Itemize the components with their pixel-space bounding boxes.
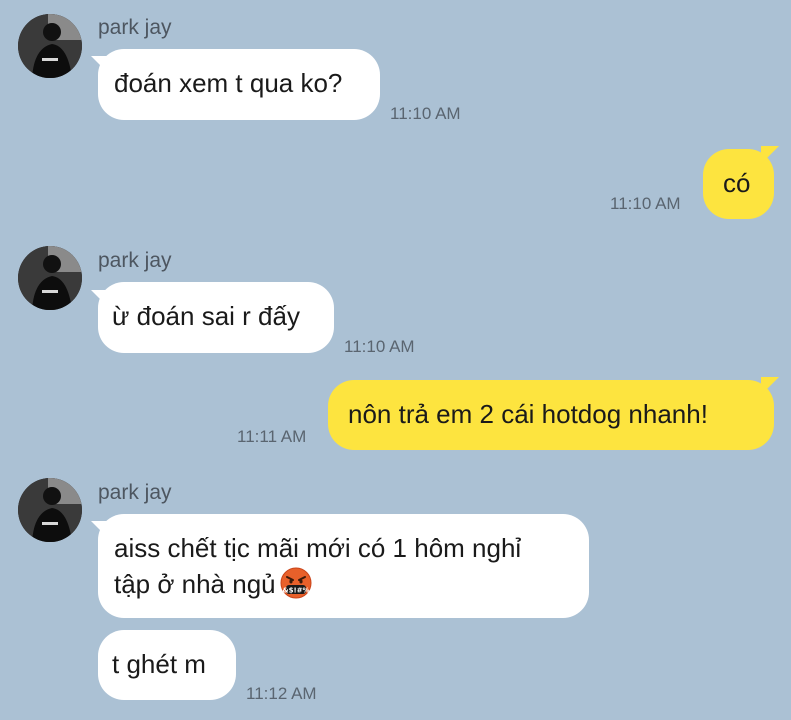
- sender-name: park jay: [98, 481, 172, 504]
- avatar[interactable]: [18, 478, 82, 542]
- incoming-message[interactable]: t ghét m: [98, 630, 236, 700]
- message-text-line: tập ở nhà ngủ &$!#%: [114, 566, 573, 602]
- message-text: có: [723, 168, 751, 198]
- message-time: 11:10 AM: [610, 194, 681, 213]
- message-time: 11:10 AM: [390, 104, 461, 123]
- message-time: 11:12 AM: [246, 684, 317, 703]
- message-text-line: aiss chết tịc mãi mới có 1 hôm nghỉ: [114, 533, 522, 563]
- cursing-face-icon: &$!#%: [280, 567, 312, 599]
- message-text: ừ đoán sai r đấy: [112, 301, 300, 331]
- message-text: đoán xem t qua ko?: [114, 68, 343, 98]
- avatar[interactable]: [18, 246, 82, 310]
- incoming-message[interactable]: đoán xem t qua ko?: [98, 49, 380, 120]
- cursing-symbols: &$!#%: [282, 587, 309, 595]
- message-time: 11:11 AM: [237, 427, 307, 446]
- incoming-message[interactable]: ừ đoán sai r đấy: [98, 282, 334, 353]
- avatar[interactable]: [18, 14, 82, 78]
- message-text: nôn trả em 2 cái hotdog nhanh!: [348, 399, 708, 429]
- incoming-message[interactable]: aiss chết tịc mãi mới có 1 hôm nghỉ tập …: [98, 514, 589, 618]
- sender-name: park jay: [98, 249, 172, 272]
- message-text: t ghét m: [112, 649, 206, 679]
- message-time: 11:10 AM: [344, 337, 415, 356]
- outgoing-message[interactable]: nôn trả em 2 cái hotdog nhanh!: [328, 380, 774, 450]
- sender-name: park jay: [98, 16, 172, 39]
